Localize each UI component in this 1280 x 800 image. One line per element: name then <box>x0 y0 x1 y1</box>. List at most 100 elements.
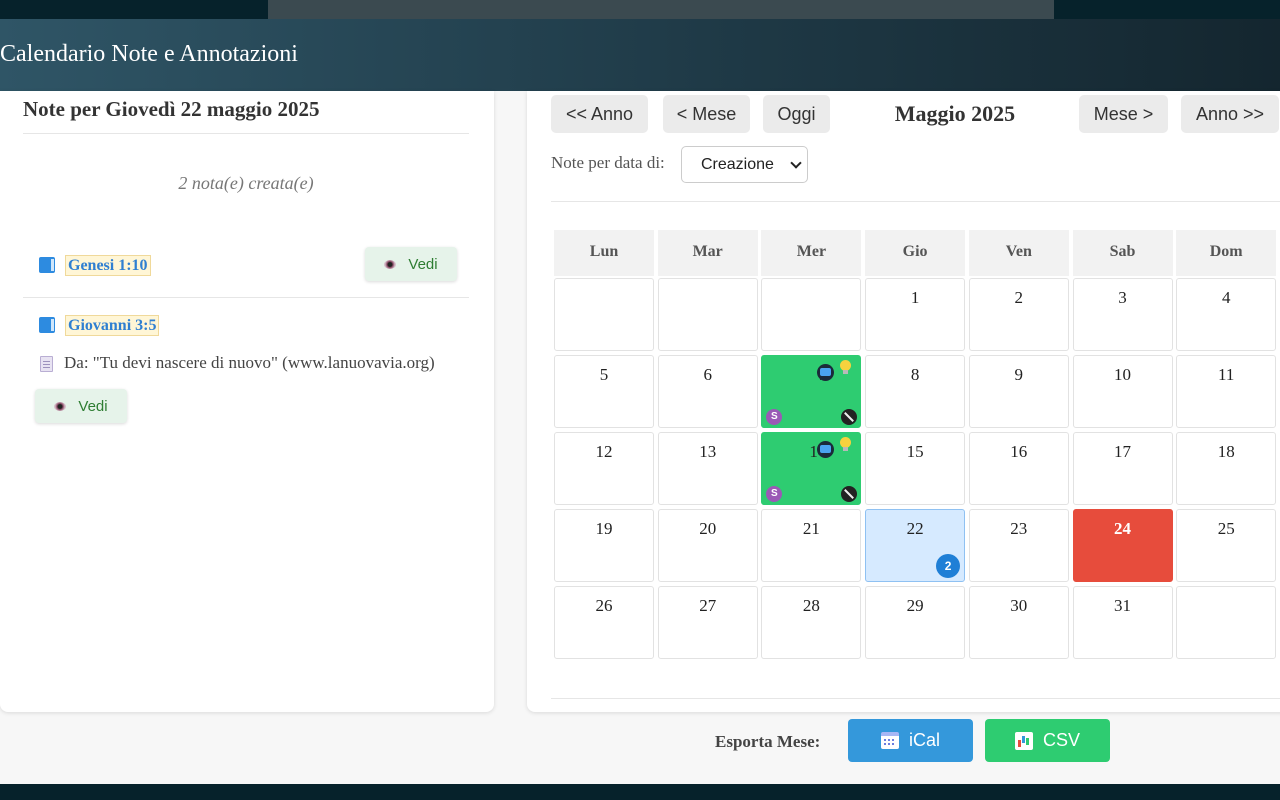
day-number: 26 <box>595 596 613 615</box>
today-button[interactable]: Oggi <box>763 95 830 133</box>
calendar-day[interactable]: 16 <box>968 432 1069 505</box>
notes-panel: Note per Giovedì 22 maggio 2025 2 nota(e… <box>0 91 494 712</box>
calendar-day[interactable]: 26 <box>554 586 654 659</box>
calendar-panel: << Anno < Mese Oggi Maggio 2025 Mese > A… <box>527 91 1280 712</box>
view-label: Vedi <box>408 255 438 273</box>
notes-panel-title: Note per Giovedì 22 maggio 2025 <box>23 97 320 121</box>
note-reference-link[interactable]: Giovanni 3:5 <box>65 315 160 336</box>
day-number: 28 <box>802 596 820 615</box>
weekday-header: Ven <box>968 230 1069 276</box>
calendar-day[interactable]: 5 <box>554 355 654 428</box>
calendar-day[interactable]: 20 <box>657 509 758 582</box>
calendar-day[interactable]: 4 <box>1176 278 1277 351</box>
calendar-modal: Calendario Note e Annotazioni Note per G… <box>0 19 1280 784</box>
backdrop-bottom <box>0 784 1280 800</box>
calendar-icon <box>880 732 899 749</box>
calendar-day[interactable]: 3 <box>1072 278 1173 351</box>
calendar-day[interactable]: 31 <box>1072 586 1173 659</box>
calendar-day[interactable]: 7S <box>761 355 862 428</box>
calendar-day[interactable]: 29 <box>865 586 966 659</box>
eye-icon <box>384 259 397 269</box>
calendar-day[interactable]: 21 <box>761 509 862 582</box>
calendar-empty-cell <box>761 278 862 351</box>
date-filter-select[interactable]: Creazione <box>681 146 808 183</box>
day-number: 4 <box>1221 288 1231 307</box>
calendar-day[interactable]: 10 <box>1072 355 1173 428</box>
notes-count: 2 nota(e) creata(e) <box>178 173 314 193</box>
note-item: Giovanni 3:5 Da: "Tu devi nascere di nuo… <box>23 301 469 431</box>
day-number: 30 <box>1010 596 1028 615</box>
eye-icon <box>54 401 67 411</box>
note-reference-link[interactable]: Genesi 1:10 <box>65 255 151 276</box>
calendar-day[interactable]: 25 <box>1176 509 1277 582</box>
csv-label: CSV <box>1042 730 1080 750</box>
day-number: 10 <box>1114 365 1131 384</box>
day-number: 21 <box>802 519 820 538</box>
document-icon <box>40 356 53 372</box>
calendar-day[interactable]: 18 <box>1176 432 1277 505</box>
calendar-day[interactable]: 1 <box>865 278 966 351</box>
prev-year-button[interactable]: << Anno <box>551 95 648 133</box>
calendar-day[interactable]: 2 <box>968 278 1069 351</box>
day-number: 25 <box>1217 519 1235 538</box>
calendar-empty-cell <box>1176 586 1277 659</box>
day-number: 24 <box>1114 519 1131 538</box>
day-number: 1 <box>910 288 920 307</box>
day-number: 8 <box>910 365 920 384</box>
calendar-day[interactable]: 24 <box>1072 509 1173 582</box>
day-number: 9 <box>1014 365 1024 384</box>
calendar-day[interactable]: 23 <box>968 509 1069 582</box>
day-number: 20 <box>699 519 717 538</box>
next-month-button[interactable]: Mese > <box>1079 95 1168 133</box>
calendar-day[interactable]: 12 <box>554 432 654 505</box>
book-icon <box>39 317 55 333</box>
calendar-empty-cell <box>554 278 654 351</box>
calendar-day[interactable]: 6 <box>657 355 758 428</box>
divider <box>23 133 469 134</box>
calendar-day[interactable]: 13 <box>657 432 758 505</box>
next-year-button[interactable]: Anno >> <box>1181 95 1279 133</box>
lightbulb-icon <box>840 360 852 374</box>
day-number: 17 <box>1114 442 1131 461</box>
export-ical-button[interactable]: iCal <box>848 719 973 762</box>
export-label: Esporta Mese: <box>715 732 821 751</box>
day-number: 13 <box>699 442 717 461</box>
divider <box>551 201 1280 202</box>
month-title: Maggio 2025 <box>894 101 1016 126</box>
book-icon <box>39 257 55 273</box>
calendar-day[interactable]: 28 <box>761 586 862 659</box>
calendar-day[interactable]: 9 <box>968 355 1069 428</box>
view-note-button[interactable]: Vedi <box>35 389 127 423</box>
s-badge-icon: S <box>766 409 783 425</box>
modal-title: Calendario Note e Annotazioni <box>0 41 298 67</box>
weekday-header: Dom <box>1176 230 1277 276</box>
calendar-day[interactable]: 27 <box>657 586 758 659</box>
note-source: Da: "Tu devi nascere di nuovo" (www.lanu… <box>64 353 435 372</box>
calendar-day[interactable]: 30 <box>968 586 1069 659</box>
calendar-day[interactable]: 11 <box>1176 355 1277 428</box>
view-label: Vedi <box>78 397 108 415</box>
note-item: Genesi 1:10 Vedi <box>23 241 469 298</box>
calendar-empty-cell <box>657 278 758 351</box>
chevron-down-icon <box>790 157 802 169</box>
calendar-day[interactable]: 22 2 <box>865 509 966 582</box>
modal-header: Calendario Note e Annotazioni <box>0 19 1280 91</box>
calendar-day[interactable]: 19 <box>554 509 654 582</box>
ban-icon <box>841 486 858 502</box>
calendar-day[interactable]: 8 <box>865 355 966 428</box>
day-number: 27 <box>699 596 717 615</box>
day-number: 16 <box>1010 442 1028 461</box>
calendar-day[interactable]: 17 <box>1072 432 1173 505</box>
export-csv-button[interactable]: CSV <box>985 719 1110 762</box>
day-number: 22 <box>906 519 924 538</box>
note-count-badge: 2 <box>936 554 961 578</box>
filter-label: Note per data di: <box>551 153 665 172</box>
chat-icon <box>817 441 835 458</box>
calendar-day[interactable]: 14S <box>761 432 862 505</box>
day-number: 5 <box>599 365 609 384</box>
day-number: 6 <box>703 365 712 384</box>
calendar-day[interactable]: 15 <box>865 432 966 505</box>
view-note-button[interactable]: Vedi <box>365 247 457 281</box>
day-number: 29 <box>906 596 924 615</box>
prev-month-button[interactable]: < Mese <box>663 95 750 133</box>
